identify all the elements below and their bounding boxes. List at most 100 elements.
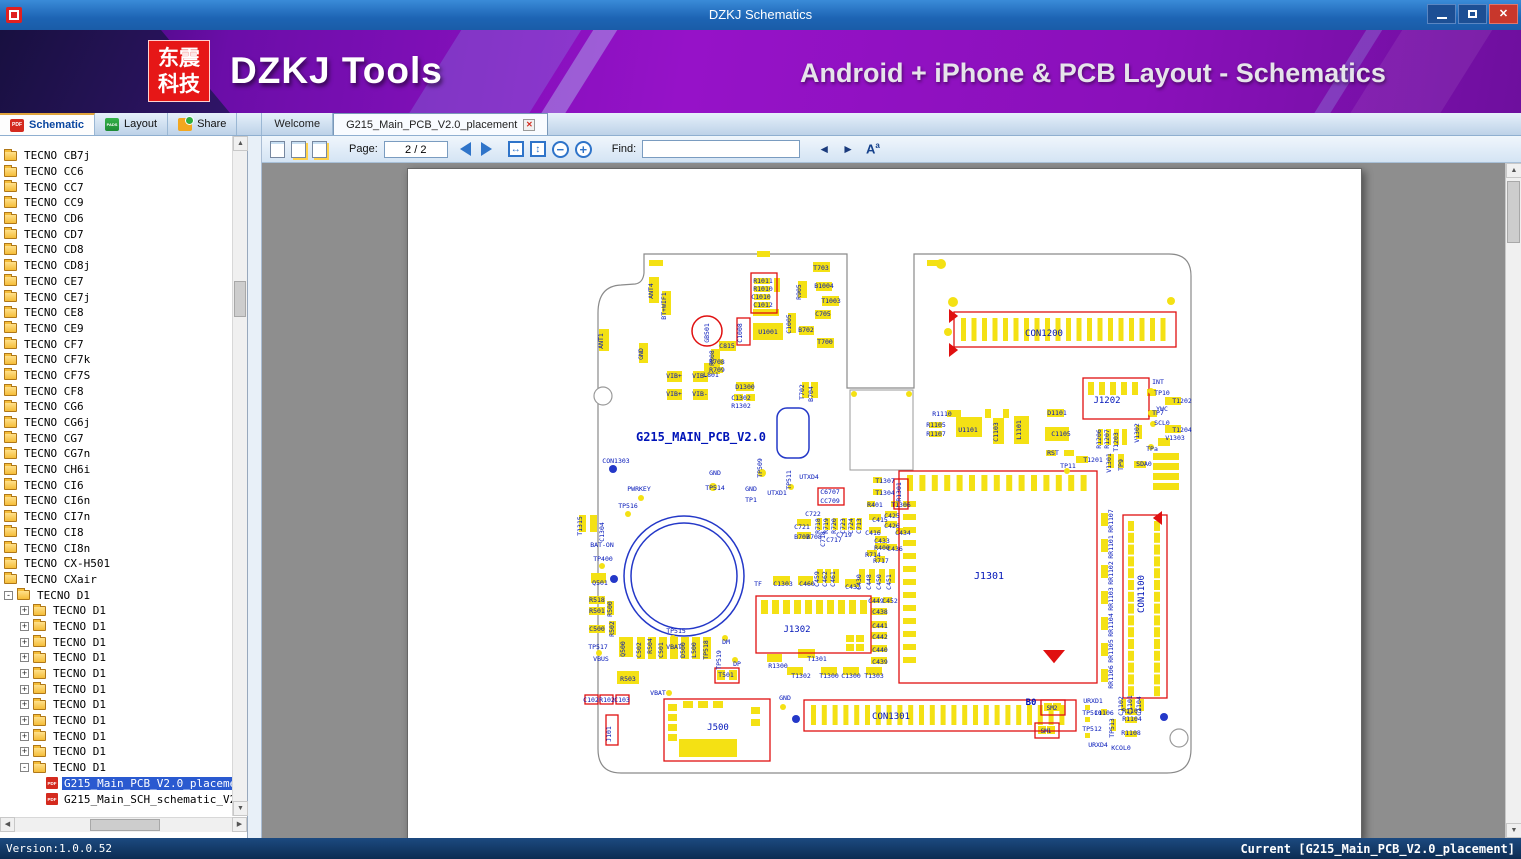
tree-folder[interactable]: TECNO CI7n [0,509,232,525]
document-viewer[interactable]: ANT4 BT+WIF1 ANT1 GND GB501 C1008 U1001 C1005 C8… [262,163,1505,838]
scroll-right-icon[interactable]: ▶ [232,817,247,832]
tree-subfolder[interactable]: + TECNO D1 [0,744,232,760]
expand-box-icon[interactable]: + [20,716,29,726]
expand-box-icon[interactable]: + [20,621,29,631]
page-view-icon[interactable] [270,140,285,158]
tab-document[interactable]: G215_Main_PCB_V2.0_placement ✕ [333,113,549,135]
minimize-button[interactable] [1427,4,1456,24]
tree-folder[interactable]: TECNO CD8j [0,258,232,274]
font-size-icon[interactable]: Aa [866,141,880,156]
tree-subfolder[interactable]: + TECNO D1 [0,728,232,744]
tree-folder[interactable]: TECNO CE9 [0,321,232,337]
tree-folder[interactable]: TECNO CB7j [0,148,232,164]
tree-folder[interactable]: TECNO CI8n [0,540,232,556]
zoom-in-button[interactable]: + [574,140,592,158]
tree-subfolder[interactable]: + TECNO D1 [0,619,232,635]
tree-folder[interactable]: TECNO CD6 [0,211,232,227]
scroll-down-icon[interactable]: ▼ [233,801,248,816]
tree-folder[interactable]: TECNO CF7 [0,336,232,352]
tree-folder[interactable]: TECNO CD8 [0,242,232,258]
expand-box-icon[interactable]: + [20,653,29,663]
tree-folder[interactable]: TECNO CI6n [0,493,232,509]
expand-box-icon[interactable]: + [20,747,29,757]
tree-folder[interactable]: TECNO CXair [0,572,232,588]
find-next-icon[interactable]: ► [842,142,854,156]
tree-folder[interactable]: TECNO CE8 [0,305,232,321]
pdf-page[interactable]: ANT4 BT+WIF1 ANT1 GND GB501 C1008 U1001 C1005 C8… [407,168,1362,838]
scroll-left-icon[interactable]: ◀ [0,817,15,832]
tree-subfolder[interactable]: + TECNO D1 [0,697,232,713]
viewer-vertical-scrollbar[interactable]: ▲ ▼ [1505,163,1521,838]
tree-folder[interactable]: TECNO CG6j [0,415,232,431]
pcb-label: T1300 [819,672,839,680]
viewer-scroll-up-icon[interactable]: ▲ [1506,163,1521,178]
zoom-out-button[interactable]: − [551,140,569,158]
expand-box-icon[interactable]: + [20,606,29,616]
expand-box-icon[interactable]: + [20,669,29,679]
tree-folder[interactable]: TECNO CI8 [0,525,232,541]
tree-subfolder[interactable]: + TECNO D1 [0,603,232,619]
pcb-label: R1207 [1103,429,1111,449]
tab-close-icon[interactable]: ✕ [523,118,536,131]
maximize-button[interactable] [1458,4,1487,24]
tree-file[interactable]: PDF G215_Main_SCH_schematic_V2.0 [0,791,232,807]
tree-folder[interactable]: TECNO CX-H501 [0,556,232,572]
scroll-up-icon[interactable]: ▲ [233,136,248,151]
snapshot-icon[interactable] [312,140,327,158]
tree-subfolder[interactable]: + TECNO D1 [0,681,232,697]
tree-item-label: TECNO CG7n [24,447,91,461]
sidebar-hscrollbar-thumb[interactable] [90,819,160,831]
expand-box-icon[interactable]: + [20,731,29,741]
next-page-button[interactable] [480,142,492,156]
tree-folder[interactable]: TECNO CC7 [0,179,232,195]
fit-width-icon[interactable]: ↔ [507,141,524,157]
tree-folder[interactable]: TECNO CF7S [0,368,232,384]
tree-folder[interactable]: TECNO CE7 [0,274,232,290]
pcb-pad [827,600,834,614]
tab-welcome[interactable]: Welcome [261,113,334,135]
tree-subfolder[interactable]: + TECNO D1 [0,634,232,650]
folder-icon [33,713,46,726]
tree-folder[interactable]: TECNO CE7j [0,289,232,305]
page-number-input[interactable]: 2 / 2 [383,140,448,158]
pcb-pad [906,391,912,397]
tab-layout[interactable]: PADS Layout [95,113,169,135]
tree-folder[interactable]: TECNO CD7 [0,226,232,242]
splitter[interactable] [248,136,262,838]
tree-folder[interactable]: TECNO CG6 [0,399,232,415]
tab-share[interactable]: Share [168,113,238,135]
expand-box-icon[interactable]: + [20,700,29,710]
tree-file[interactable]: PDF G215_Main_PCB_V2.0_placement [0,776,232,792]
viewer-scroll-down-icon[interactable]: ▼ [1506,823,1521,838]
folder-icon [33,729,46,742]
expand-box-icon[interactable]: + [20,637,29,647]
tree-subfolder[interactable]: + TECNO D1 [0,650,232,666]
fit-page-icon[interactable]: ↕ [529,141,546,157]
previous-page-button[interactable] [459,142,471,156]
tree-folder[interactable]: TECNO CF7k [0,352,232,368]
tree-folder[interactable]: TECNO CI6 [0,477,232,493]
pcb-label: TP511 [785,470,793,490]
viewer-scrollbar-thumb[interactable] [1507,181,1520,243]
sidebar-horizontal-scrollbar[interactable]: ◀ ▶ [0,817,247,832]
expand-box-icon[interactable]: + [20,684,29,694]
tab-schematic[interactable]: PDF Schematic [0,113,96,135]
tree-folder[interactable]: TECNO CC9 [0,195,232,211]
tree-subfolder[interactable]: + TECNO D1 [0,713,232,729]
sidebar-scrollbar-thumb[interactable] [234,281,246,317]
tree-folder[interactable]: TECNO CC6 [0,164,232,180]
tree-subfolder[interactable]: + TECNO D1 [0,666,232,682]
find-previous-icon[interactable]: ◄ [818,142,830,156]
close-button[interactable]: ✕ [1489,4,1518,24]
find-input[interactable] [642,140,801,158]
tree-folder-expanded[interactable]: - TECNO D1 [0,587,232,603]
tree-subfolder-expanded[interactable]: - TECNO D1 [0,760,232,776]
collapse-box-icon[interactable]: - [20,763,29,773]
tree-folder[interactable]: TECNO CG7 [0,430,232,446]
tree-folder[interactable]: TECNO CF8 [0,383,232,399]
tree-folder[interactable]: TECNO CH6i [0,462,232,478]
copy-page-icon[interactable] [291,140,306,158]
collapse-box-icon[interactable]: - [4,590,13,600]
tree-folder[interactable]: TECNO CG7n [0,446,232,462]
sidebar-vertical-scrollbar[interactable]: ▲ ▼ [232,136,248,816]
